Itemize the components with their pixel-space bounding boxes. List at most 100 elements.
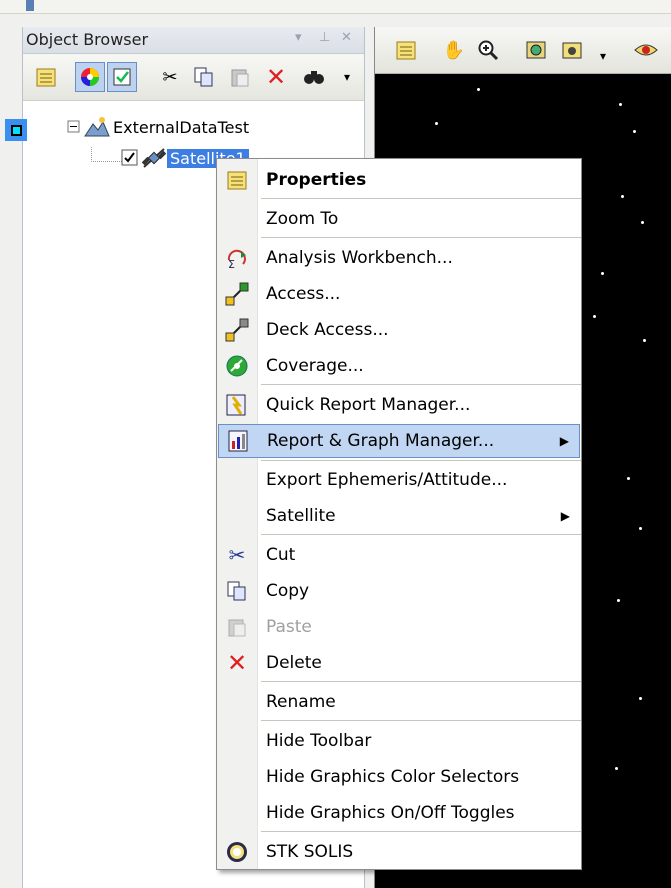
pan-icon[interactable]: ✋ [439,35,469,65]
menu-label: Hide Graphics Color Selectors [266,767,520,787]
menu-label: Coverage... [266,356,364,376]
object-browser-titlebar: Object Browser ▾ ⊥ ✕ [23,27,364,54]
menu-label: Paste [266,617,312,637]
menu-item-copy[interactable]: Copy [218,574,580,608]
tree-connector [91,147,122,162]
star [617,599,620,602]
eye-icon[interactable] [631,35,661,65]
menu-item-hide-toolbar[interactable]: Hide Toolbar [218,724,580,758]
menu-label: Export Ephemeris/Attitude... [266,470,508,490]
menu-label: Analysis Workbench... [266,248,453,268]
menu-item-analysis-workbench[interactable]: Σ Analysis Workbench... [218,241,580,275]
context-menu: Properties Zoom To Σ Analysis Workbench.… [216,158,582,870]
paste-icon [223,613,251,641]
menu-item-paste[interactable]: Paste [218,610,580,644]
visibility-checkbox[interactable] [121,149,139,167]
delete-icon: ✕ [226,649,248,677]
menu-label: Report & Graph Manager... [267,431,495,451]
collapse-icon[interactable] [67,120,81,134]
star [619,103,622,106]
delete-icon[interactable]: ✕ [261,62,291,92]
menu-separator [261,681,581,682]
menu-label: Hide Toolbar [266,731,372,751]
copy-icon[interactable] [189,62,219,92]
menu-item-delete[interactable]: ✕ Delete [218,646,580,680]
selection-marker [5,119,27,141]
object-browser-title: Object Browser [26,30,149,49]
pin-icon[interactable]: ⊥ [319,30,330,45]
more-icon[interactable]: ▾ [593,41,613,71]
submenu-arrow-icon: ▶ [560,509,570,523]
menu-item-quick-report[interactable]: Quick Report Manager... [218,388,580,422]
menu-separator [261,384,581,385]
star [621,195,624,198]
menu-item-export-ephemeris[interactable]: Export Ephemeris/Attitude... [218,463,580,497]
menu-separator [261,831,581,832]
star [639,527,642,530]
menu-item-cut[interactable]: ✂ Cut [218,538,580,572]
star [601,272,604,275]
menu-item-zoom-to[interactable]: Zoom To [218,202,580,236]
star [643,339,646,342]
menu-item-properties[interactable]: Properties [218,163,580,197]
menu-item-deck-access[interactable]: Deck Access... [218,313,580,347]
properties-icon[interactable] [391,35,421,65]
menu-label: Properties [266,170,367,190]
menu-item-hide-onoff-toggles[interactable]: Hide Graphics On/Off Toggles [218,796,580,830]
color-wheel-icon[interactable] [75,62,105,92]
star [593,315,596,318]
dropdown-icon[interactable]: ▾ [295,30,302,45]
graphics-toolbar: ✋ ▾ [375,27,671,74]
quick-report-icon [223,391,251,419]
menu-label: Cut [266,545,296,565]
menu-label: Deck Access... [266,320,389,340]
find-icon[interactable] [299,62,329,92]
star [627,477,630,480]
star [639,697,642,700]
menu-item-stk-solis[interactable]: STK SOLIS [218,835,580,869]
coverage-icon [223,352,251,380]
camera-icon[interactable] [557,35,587,65]
menu-label: Delete [266,653,322,673]
properties-icon [223,166,251,194]
top-strip [0,0,671,14]
solis-icon [223,838,251,866]
view-icon[interactable] [521,35,551,65]
zoom-in-icon[interactable] [473,35,503,65]
access-icon [223,280,251,308]
submenu-arrow-icon: ▶ [559,434,569,448]
menu-item-report-graph[interactable]: Report & Graph Manager... ▶ [218,424,580,458]
menu-item-satellite[interactable]: Satellite ▶ [218,499,580,533]
grip-icon [26,0,34,11]
menu-label: Rename [266,692,336,712]
check-icon[interactable] [107,62,137,92]
scenario-icon [84,117,110,137]
menu-label: Zoom To [266,209,339,229]
menu-item-access[interactable]: Access... [218,277,580,311]
satellite-icon [141,148,167,168]
tree-node-root[interactable]: ExternalDataTest [67,116,249,138]
menu-separator [261,720,581,721]
tree-label-scenario: ExternalDataTest [113,117,250,137]
menu-item-hide-color-selectors[interactable]: Hide Graphics Color Selectors [218,760,580,794]
star [641,221,644,224]
menu-label: Copy [266,581,310,601]
menu-item-rename[interactable]: Rename [218,685,580,719]
menu-label: Access... [266,284,341,304]
more-icon[interactable]: ▾ [337,62,357,92]
menu-item-coverage[interactable]: Coverage... [218,349,580,383]
menu-separator [261,198,581,199]
deck-access-icon [223,316,251,344]
properties-icon[interactable] [31,62,61,92]
cut-icon: ✂ [228,543,246,567]
close-icon[interactable]: ✕ [341,30,352,45]
svg-text:Σ: Σ [228,258,235,270]
analysis-icon: Σ [223,244,251,272]
menu-label: Satellite [266,506,336,526]
menu-label: STK SOLIS [266,842,354,862]
menu-separator [261,237,581,238]
menu-separator [261,534,581,535]
cut-icon[interactable]: ✂ [155,62,185,92]
menu-separator [261,460,581,461]
paste-icon[interactable] [225,62,255,92]
